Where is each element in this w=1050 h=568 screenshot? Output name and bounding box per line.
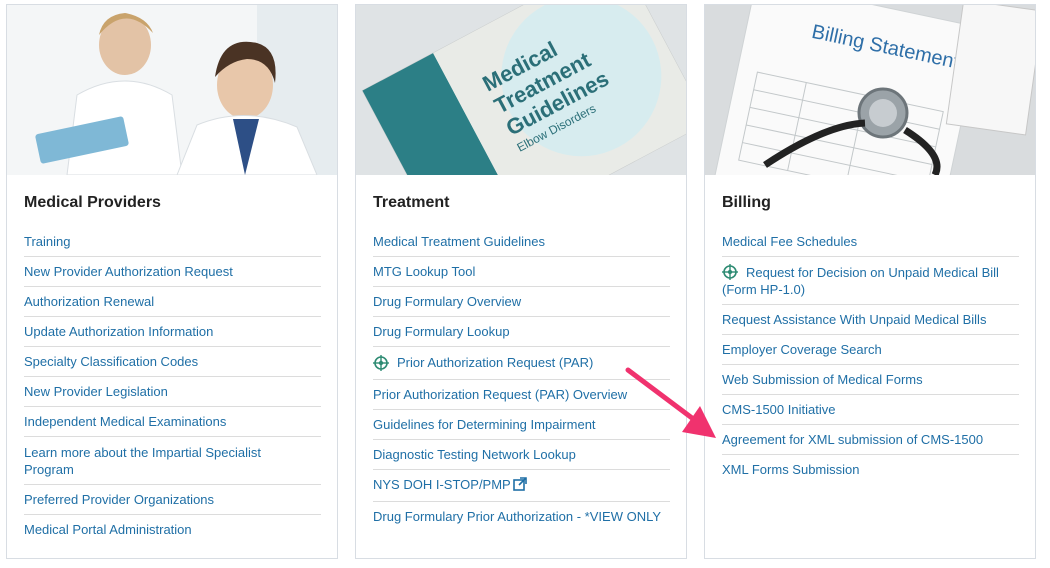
link-medical-fee-schedules-text[interactable]: Medical Fee Schedules: [722, 234, 857, 250]
link-new-provider-authorization-request[interactable]: New Provider Authorization Request: [24, 257, 321, 287]
link-independent-medical-examinations-text[interactable]: Independent Medical Examinations: [24, 414, 226, 430]
link-medical-treatment-guidelines[interactable]: Medical Treatment Guidelines: [373, 227, 670, 257]
link-prior-authorization-request-overview-text[interactable]: Prior Authorization Request (PAR) Overvi…: [373, 387, 627, 403]
link-prior-authorization-request[interactable]: Prior Authorization Request (PAR): [373, 347, 670, 380]
link-new-provider-legislation[interactable]: New Provider Legislation: [24, 377, 321, 407]
link-independent-medical-examinations[interactable]: Independent Medical Examinations: [24, 407, 321, 437]
link-web-submission-medical-forms[interactable]: Web Submission of Medical Forms: [722, 365, 1019, 395]
link-xml-forms-submission-text[interactable]: XML Forms Submission: [722, 462, 860, 478]
link-medical-portal-administration-text[interactable]: Medical Portal Administration: [24, 522, 192, 538]
crosshair-app-icon: [722, 264, 738, 280]
link-web-submission-medical-forms-text[interactable]: Web Submission of Medical Forms: [722, 372, 923, 388]
link-specialty-classification-codes-text[interactable]: Specialty Classification Codes: [24, 354, 198, 370]
link-request-assistance-unpaid-bills-text[interactable]: Request Assistance With Unpaid Medical B…: [722, 312, 986, 328]
link-authorization-renewal[interactable]: Authorization Renewal: [24, 287, 321, 317]
link-prior-authorization-request-text[interactable]: Prior Authorization Request (PAR): [397, 355, 593, 371]
link-training-text[interactable]: Training: [24, 234, 70, 250]
card-title-medical-providers: Medical Providers: [24, 194, 161, 211]
treatment-links: Medical Treatment Guidelines MTG Lookup …: [373, 227, 670, 531]
card-billing: Billing Statement Billing Medical Fee Sc…: [704, 4, 1036, 559]
link-xml-forms-submission[interactable]: XML Forms Submission: [722, 455, 1019, 484]
link-impartial-specialist-program[interactable]: Learn more about the Impartial Specialis…: [24, 437, 321, 485]
link-employer-coverage-search[interactable]: Employer Coverage Search: [722, 335, 1019, 365]
link-preferred-provider-organizations-text[interactable]: Preferred Provider Organizations: [24, 492, 214, 508]
card-treatment: Medical Treatment Guidelines Elbow Disor…: [355, 4, 687, 559]
link-nys-doh-istop-pmp-text[interactable]: NYS DOH I-STOP/PMP: [373, 477, 511, 493]
link-diagnostic-testing-network-lookup-text[interactable]: Diagnostic Testing Network Lookup: [373, 447, 576, 463]
link-update-authorization-information[interactable]: Update Authorization Information: [24, 317, 321, 347]
external-link-icon: [512, 477, 527, 495]
link-mtg-lookup-tool[interactable]: MTG Lookup Tool: [373, 257, 670, 287]
card-medical-providers: Medical Providers Training New Provider …: [6, 4, 338, 559]
link-medical-treatment-guidelines-text[interactable]: Medical Treatment Guidelines: [373, 234, 545, 250]
link-agreement-xml-submission[interactable]: Agreement for XML submission of CMS-1500: [722, 425, 1019, 455]
link-training[interactable]: Training: [24, 227, 321, 257]
link-nys-doh-istop-pmp[interactable]: NYS DOH I-STOP/PMP: [373, 470, 670, 502]
medical-providers-image: [7, 5, 337, 175]
link-drug-formulary-prior-authorization-text[interactable]: Drug Formulary Prior Authorization - *VI…: [373, 509, 661, 525]
billing-statement-image: Billing Statement: [705, 5, 1035, 175]
link-new-provider-authorization-request-text[interactable]: New Provider Authorization Request: [24, 264, 233, 280]
link-impartial-specialist-program-text[interactable]: Learn more about the Impartial Specialis…: [24, 444, 281, 478]
link-drug-formulary-overview[interactable]: Drug Formulary Overview: [373, 287, 670, 317]
link-medical-portal-administration[interactable]: Medical Portal Administration: [24, 515, 321, 544]
medical-providers-links: Training New Provider Authorization Requ…: [24, 227, 321, 544]
link-request-decision-unpaid-bill-text[interactable]: Request for Decision on Unpaid Medical B…: [722, 265, 999, 297]
link-cms-1500-initiative[interactable]: CMS-1500 Initiative: [722, 395, 1019, 425]
link-preferred-provider-organizations[interactable]: Preferred Provider Organizations: [24, 485, 321, 515]
link-diagnostic-testing-network-lookup[interactable]: Diagnostic Testing Network Lookup: [373, 440, 670, 470]
link-medical-fee-schedules[interactable]: Medical Fee Schedules: [722, 227, 1019, 257]
card-title-treatment: Treatment: [373, 194, 450, 211]
link-authorization-renewal-text[interactable]: Authorization Renewal: [24, 294, 154, 310]
link-agreement-xml-submission-text[interactable]: Agreement for XML submission of CMS-1500: [722, 432, 983, 448]
card-title-billing: Billing: [722, 194, 771, 211]
link-specialty-classification-codes[interactable]: Specialty Classification Codes: [24, 347, 321, 377]
link-employer-coverage-search-text[interactable]: Employer Coverage Search: [722, 342, 882, 358]
link-request-assistance-unpaid-bills[interactable]: Request Assistance With Unpaid Medical B…: [722, 305, 1019, 335]
link-cms-1500-initiative-text[interactable]: CMS-1500 Initiative: [722, 402, 835, 418]
link-update-authorization-information-text[interactable]: Update Authorization Information: [24, 324, 213, 340]
link-new-provider-legislation-text[interactable]: New Provider Legislation: [24, 384, 168, 400]
link-guidelines-determining-impairment-text[interactable]: Guidelines for Determining Impairment: [373, 417, 596, 433]
link-drug-formulary-lookup[interactable]: Drug Formulary Lookup: [373, 317, 670, 347]
link-drug-formulary-lookup-text[interactable]: Drug Formulary Lookup: [373, 324, 510, 340]
link-guidelines-determining-impairment[interactable]: Guidelines for Determining Impairment: [373, 410, 670, 440]
billing-links: Medical Fee Schedules Request for Decisi…: [722, 227, 1019, 484]
link-mtg-lookup-tool-text[interactable]: MTG Lookup Tool: [373, 264, 475, 280]
link-prior-authorization-request-overview[interactable]: Prior Authorization Request (PAR) Overvi…: [373, 380, 670, 410]
link-request-decision-unpaid-bill[interactable]: Request for Decision on Unpaid Medical B…: [722, 257, 1019, 305]
treatment-guidelines-image: Medical Treatment Guidelines Elbow Disor…: [356, 5, 686, 175]
crosshair-app-icon: [373, 355, 389, 371]
link-drug-formulary-overview-text[interactable]: Drug Formulary Overview: [373, 294, 521, 310]
link-drug-formulary-prior-authorization[interactable]: Drug Formulary Prior Authorization - *VI…: [373, 502, 670, 531]
